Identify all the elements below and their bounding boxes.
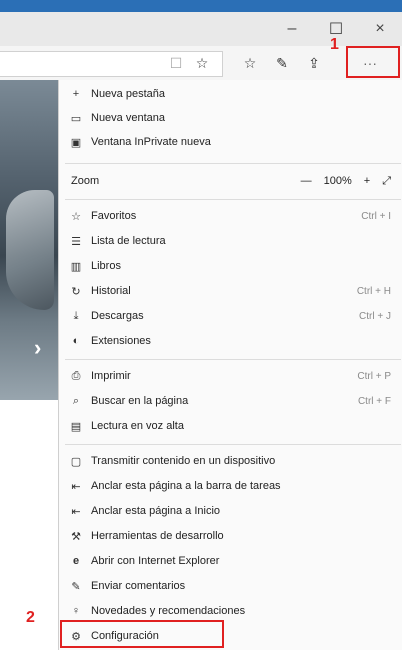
print-icon: ⎙	[71, 369, 81, 382]
extensions-icon: ◐	[72, 335, 80, 347]
menu-item-label: Herramientas de desarrollo	[91, 530, 224, 542]
menu-item-label: Descargas	[91, 310, 144, 322]
menu-item-label: Anclar esta página a Inicio	[91, 505, 221, 517]
favorites-hub-icon[interactable]: ☆	[236, 46, 264, 80]
menu-item-find-on-page[interactable]: ⌕ Buscar en la página Ctrl + F	[59, 389, 402, 413]
zoom-row: Zoom — 100% + ⤢	[59, 168, 402, 194]
background-rock	[6, 190, 54, 310]
menu-item-pin-start[interactable]: ⇤ Anclar esta página a Inicio	[59, 499, 402, 523]
reading-view-icon[interactable]: ☐	[162, 46, 190, 80]
pin-icon: ⇤	[71, 480, 81, 493]
shortcut-label: Ctrl + I	[361, 210, 391, 222]
step-2-marker: 2	[26, 609, 35, 626]
menu-item-history[interactable]: ↻ Historial Ctrl + H	[59, 279, 402, 303]
menu-divider	[65, 359, 401, 360]
zoom-level: 100%	[323, 175, 352, 187]
download-icon: ⤓	[73, 309, 79, 322]
add-favorite-icon[interactable]: ☆	[188, 46, 216, 80]
highlight-more-options	[346, 46, 400, 78]
close-button[interactable]: ×	[358, 12, 402, 46]
menu-item-label: Buscar en la página	[91, 395, 189, 407]
shortcut-label: Ctrl + F	[357, 395, 391, 407]
history-icon: ↻	[71, 285, 81, 298]
menu-item-new-window[interactable]: ▭ Nueva ventana	[59, 106, 402, 130]
menu-item-label: Enviar comentarios	[91, 580, 186, 592]
cast-icon: ▢	[70, 455, 82, 468]
menu-item-label: Lista de lectura	[91, 235, 166, 247]
inprivate-icon: ▣	[70, 136, 82, 149]
menu-item-label: Nueva ventana	[91, 112, 165, 124]
lightbulb-icon: ♀	[71, 605, 81, 617]
menu-item-label: Ventana InPrivate nueva	[91, 136, 211, 148]
menu-item-books[interactable]: ▥ Libros	[59, 254, 402, 278]
settings-menu: + Nueva pestaña ▭ Nueva ventana ▣ Ventan…	[58, 80, 402, 650]
menu-item-favorites[interactable]: ☆ Favoritos Ctrl + I	[59, 204, 402, 228]
favorites-icon: ☆	[71, 210, 81, 223]
shortcut-label: Ctrl + H	[356, 285, 391, 297]
zoom-out-button[interactable]: —	[301, 175, 312, 187]
desktop-strip	[0, 0, 402, 12]
internet-explorer-icon: e	[72, 555, 80, 567]
next-arrow-icon[interactable]: ›	[34, 335, 41, 361]
menu-divider	[65, 199, 401, 200]
menu-item-cast-media[interactable]: ▢ Transmitir contenido en un dispositivo	[59, 449, 402, 473]
zoom-label: Zoom	[71, 175, 100, 187]
developer-tools-icon: ⚒	[71, 530, 81, 543]
menu-item-developer-tools[interactable]: ⚒ Herramientas de desarrollo	[59, 524, 402, 548]
share-icon[interactable]: ⇪	[300, 46, 328, 80]
menu-item-label: Abrir con Internet Explorer	[91, 555, 220, 567]
search-icon: ⌕	[72, 394, 80, 407]
window-icon: ▭	[70, 112, 82, 125]
menu-item-downloads[interactable]: ⤓ Descargas Ctrl + J	[59, 304, 402, 328]
web-notes-icon[interactable]: ✎	[268, 46, 296, 80]
menu-item-open-ie[interactable]: e Abrir con Internet Explorer	[59, 549, 402, 573]
page-background-image: ›	[0, 80, 58, 400]
menu-item-read-aloud[interactable]: ▤ Lectura en voz alta	[59, 414, 402, 438]
menu-item-label: Nueva pestaña	[91, 88, 165, 100]
fullscreen-icon[interactable]: ⤢	[382, 175, 391, 188]
zoom-in-button[interactable]: +	[364, 175, 370, 187]
menu-item-reading-list[interactable]: ☰ Lista de lectura	[59, 229, 402, 253]
read-aloud-icon: ▤	[70, 420, 82, 433]
menu-item-label: Extensiones	[91, 335, 151, 347]
menu-item-label: Anclar esta página a la barra de tareas	[91, 480, 281, 492]
shortcut-label: Ctrl + P	[357, 370, 391, 382]
books-icon: ▥	[70, 260, 82, 273]
menu-item-print[interactable]: ⎙ Imprimir Ctrl + P	[59, 364, 402, 388]
menu-item-pin-taskbar[interactable]: ⇤ Anclar esta página a la barra de tarea…	[59, 474, 402, 498]
menu-item-label: Transmitir contenido en un dispositivo	[91, 455, 276, 467]
minimize-button[interactable]: –	[270, 12, 314, 46]
shortcut-label: Ctrl + J	[359, 310, 391, 322]
pin-icon: ⇤	[71, 505, 81, 518]
menu-divider	[65, 163, 401, 164]
menu-item-extensions[interactable]: ◐ Extensiones	[59, 329, 402, 353]
reading-list-icon: ☰	[71, 235, 81, 248]
menu-item-label: Historial	[91, 285, 131, 297]
menu-item-label: Libros	[91, 260, 121, 272]
menu-item-new-tab[interactable]: + Nueva pestaña	[59, 82, 402, 106]
menu-item-send-feedback[interactable]: ✎ Enviar comentarios	[59, 574, 402, 598]
highlight-settings	[60, 620, 224, 648]
step-1-marker: 1	[330, 36, 339, 53]
menu-item-label: Imprimir	[91, 370, 131, 382]
menu-item-inprivate-window[interactable]: ▣ Ventana InPrivate nueva	[59, 130, 402, 154]
plus-icon: +	[72, 88, 80, 100]
menu-divider	[65, 444, 401, 445]
feedback-icon: ✎	[71, 580, 81, 593]
menu-item-label: Novedades y recomendaciones	[91, 605, 246, 617]
menu-item-label: Favoritos	[91, 210, 137, 222]
menu-item-label: Lectura en voz alta	[91, 420, 184, 432]
